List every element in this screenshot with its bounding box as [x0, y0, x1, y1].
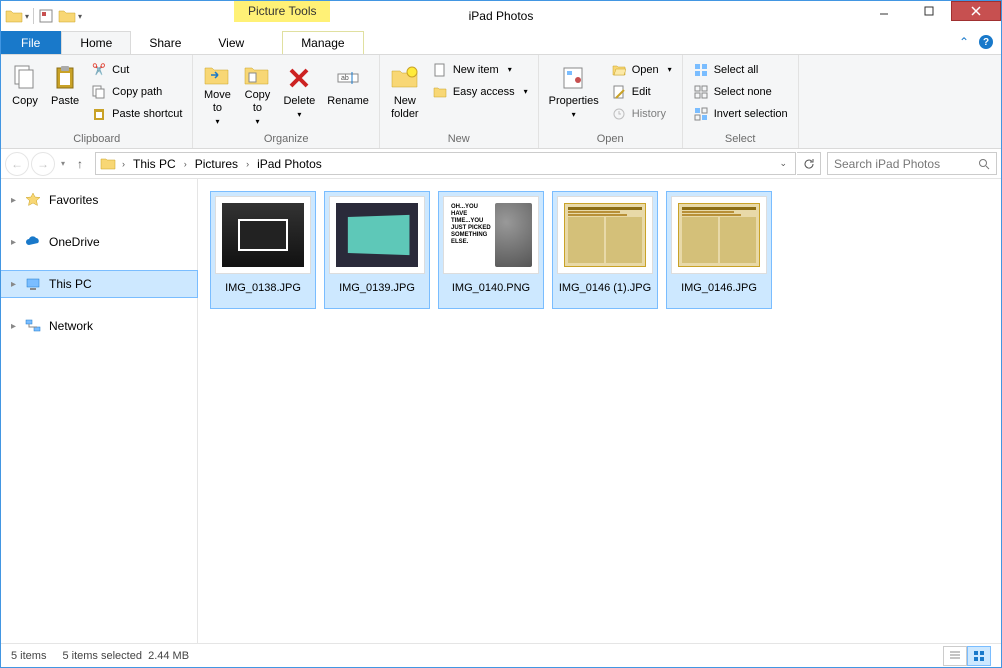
- refresh-button[interactable]: [797, 152, 821, 175]
- contextual-tab-label: Picture Tools: [234, 1, 330, 22]
- up-button[interactable]: ↑: [71, 157, 89, 171]
- network-icon: [25, 318, 41, 334]
- edit-button[interactable]: Edit: [609, 81, 674, 102]
- navigation-pane: ▸ Favorites ▸ OneDrive ▸ This PC ▸ Netwo…: [1, 179, 198, 643]
- file-item[interactable]: IMG_0139.JPG: [324, 191, 430, 309]
- properties-button[interactable]: Properties▾: [543, 57, 605, 127]
- copy-path-button[interactable]: Copy path: [89, 81, 184, 102]
- easy-access-button[interactable]: Easy access▾: [430, 81, 530, 102]
- rename-button[interactable]: ab Rename: [321, 57, 375, 127]
- open-button[interactable]: Open▾: [609, 59, 674, 80]
- sidebar-onedrive[interactable]: ▸ OneDrive: [1, 229, 197, 255]
- delete-button[interactable]: Delete▾: [277, 57, 321, 127]
- tab-view[interactable]: View: [200, 31, 263, 54]
- selection-count: 5 items selected: [62, 650, 141, 662]
- file-name: IMG_0138.JPG: [215, 282, 311, 294]
- collapse-ribbon-icon[interactable]: ⌃: [959, 35, 969, 49]
- details-view-button[interactable]: [943, 646, 967, 666]
- back-button[interactable]: ←: [5, 152, 29, 176]
- address-bar: ← → ▾ ↑ › This PC › Pictures › iPad Phot…: [1, 149, 1001, 179]
- file-item[interactable]: IMG_0146 (1).JPG: [552, 191, 658, 309]
- new-folder-button[interactable]: New folder: [384, 57, 426, 127]
- tab-manage[interactable]: Manage: [282, 31, 363, 54]
- search-icon: [978, 158, 990, 170]
- file-list[interactable]: IMG_0138.JPG IMG_0139.JPG OH...YOU HAVE …: [198, 179, 1001, 643]
- ribbon-tabs: File Home Share View Manage ⌃ ?: [1, 31, 1001, 55]
- breadcrumb-ipad-photos[interactable]: iPad Photos: [255, 157, 324, 171]
- file-name: IMG_0140.PNG: [443, 282, 539, 294]
- group-new-label: New: [384, 131, 534, 148]
- breadcrumb-this-pc[interactable]: This PC: [131, 157, 178, 171]
- paste-shortcut-button[interactable]: Paste shortcut: [89, 103, 184, 124]
- sidebar-this-pc[interactable]: ▸ This PC: [1, 271, 197, 297]
- file-name: IMG_0139.JPG: [329, 282, 425, 294]
- file-name: IMG_0146 (1).JPG: [557, 282, 653, 294]
- invert-selection-button[interactable]: Invert selection: [691, 103, 790, 124]
- paste-button[interactable]: Paste: [45, 57, 85, 127]
- group-open-label: Open: [543, 131, 678, 148]
- breadcrumb-pictures[interactable]: Pictures: [193, 157, 240, 171]
- minimize-button[interactable]: [861, 1, 906, 21]
- qat-dropdown[interactable]: ▾: [25, 12, 29, 21]
- cloud-icon: [25, 234, 41, 250]
- close-button[interactable]: [951, 1, 1001, 21]
- title-bar: ▾ ▾ Picture Tools iPad Photos: [1, 1, 1001, 31]
- breadcrumb[interactable]: › This PC › Pictures › iPad Photos ⌄: [95, 152, 796, 175]
- star-icon: [25, 192, 41, 208]
- folder-icon: [100, 156, 116, 172]
- file-item[interactable]: IMG_0146.JPG: [666, 191, 772, 309]
- file-item[interactable]: OH...YOU HAVE TIME...YOU JUST PICKED SOM…: [438, 191, 544, 309]
- thumbnails-view-button[interactable]: [967, 646, 991, 666]
- qat-customize[interactable]: ▾: [78, 12, 82, 21]
- folder-icon: [5, 8, 23, 24]
- select-all-button[interactable]: Select all: [691, 59, 790, 80]
- move-to-button[interactable]: Move to▾: [197, 57, 237, 127]
- breadcrumb-dropdown[interactable]: ⌄: [775, 158, 791, 169]
- window-title: iPad Photos: [469, 9, 534, 23]
- selection-size: 2.44 MB: [148, 650, 189, 662]
- group-clipboard-label: Clipboard: [5, 131, 188, 148]
- status-bar: 5 items 5 items selected 2.44 MB: [1, 643, 1001, 667]
- file-name: IMG_0146.JPG: [671, 282, 767, 294]
- sidebar-favorites[interactable]: ▸ Favorites: [1, 187, 197, 213]
- tab-share[interactable]: Share: [131, 31, 200, 54]
- new-folder-icon[interactable]: [58, 8, 76, 24]
- cut-button[interactable]: ✂️Cut: [89, 59, 184, 80]
- forward-button[interactable]: →: [31, 152, 55, 176]
- search-input[interactable]: Search iPad Photos: [827, 152, 997, 175]
- new-item-button[interactable]: New item▾: [430, 59, 530, 80]
- sidebar-network[interactable]: ▸ Network: [1, 313, 197, 339]
- copy-to-button[interactable]: Copy to▾: [237, 57, 277, 127]
- recent-locations-dropdown[interactable]: ▾: [57, 159, 69, 168]
- computer-icon: [25, 276, 41, 292]
- maximize-button[interactable]: [906, 1, 951, 21]
- tab-home[interactable]: Home: [61, 31, 131, 54]
- copy-button[interactable]: Copy: [5, 57, 45, 127]
- group-select-label: Select: [687, 131, 794, 148]
- help-icon[interactable]: ?: [979, 35, 993, 49]
- item-count: 5 items: [11, 650, 46, 662]
- select-none-button[interactable]: Select none: [691, 81, 790, 102]
- group-organize-label: Organize: [197, 131, 374, 148]
- tab-file[interactable]: File: [1, 31, 61, 54]
- file-item[interactable]: IMG_0138.JPG: [210, 191, 316, 309]
- properties-icon[interactable]: [38, 8, 56, 24]
- svg-text:ab: ab: [341, 75, 349, 82]
- ribbon: Copy Paste ✂️Cut Copy path Paste shortcu…: [1, 55, 1001, 149]
- history-button[interactable]: History: [609, 103, 674, 124]
